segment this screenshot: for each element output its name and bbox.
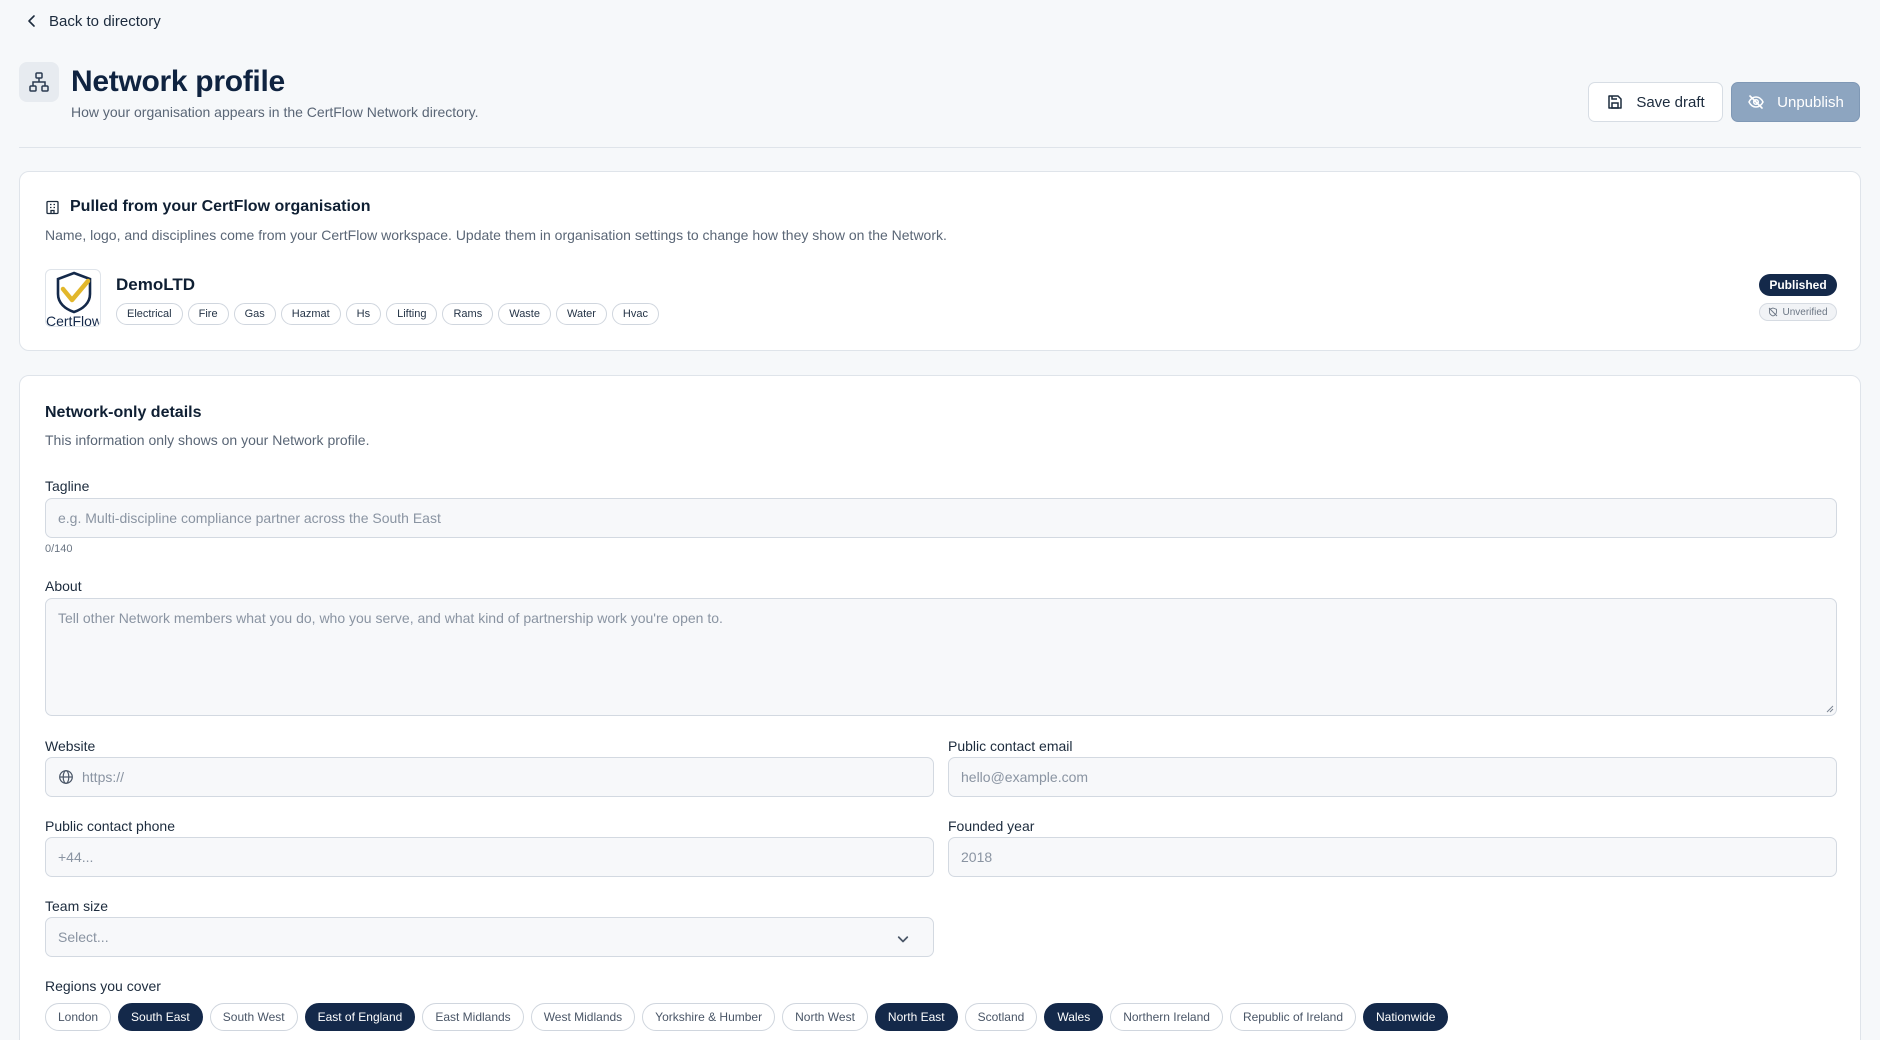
discipline-chip: Hs bbox=[345, 303, 382, 325]
network-icon bbox=[19, 62, 59, 102]
back-link-label: Back to directory bbox=[49, 12, 161, 30]
organisation-card-description: Name, logo, and disciplines come from yo… bbox=[45, 227, 947, 243]
phone-placeholder: +44... bbox=[58, 849, 94, 865]
network-card-heading: Network-only details bbox=[45, 404, 202, 421]
website-label: Website bbox=[45, 738, 96, 754]
published-badge: Published bbox=[1759, 274, 1837, 296]
region-chip[interactable]: Northern Ireland bbox=[1110, 1003, 1223, 1031]
founded-year-input[interactable]: 2018 bbox=[948, 837, 1837, 877]
about-textarea[interactable]: Tell other Network members what you do, … bbox=[45, 598, 1837, 716]
eye-off-icon bbox=[1748, 95, 1764, 109]
discipline-chip: Hvac bbox=[611, 303, 659, 325]
team-size-selected: Select... bbox=[58, 929, 109, 945]
organisation-name: DemoLTD bbox=[116, 275, 196, 294]
region-chip[interactable]: East Midlands bbox=[422, 1003, 524, 1031]
back-to-directory-link[interactable]: Back to directory bbox=[25, 10, 161, 32]
discipline-chip: Rams bbox=[442, 303, 494, 325]
unverified-badge: Unverified bbox=[1759, 303, 1837, 321]
chevron-down-icon bbox=[897, 936, 909, 943]
logo-wordmark: CertFlow bbox=[46, 313, 101, 327]
page-title: Network profile bbox=[71, 65, 285, 98]
region-chips: London South East South West East of Englan… bbox=[45, 1003, 1449, 1031]
phone-input[interactable]: +44... bbox=[45, 837, 934, 877]
unpublish-label: Unpublish bbox=[1777, 93, 1844, 111]
website-placeholder: https:// bbox=[82, 769, 125, 785]
about-label: About bbox=[45, 578, 82, 594]
organisation-card: Pulled from your CertFlow organisation N… bbox=[19, 171, 1861, 351]
region-chip[interactable]: North West bbox=[782, 1003, 868, 1031]
tagline-input[interactable]: e.g. Multi-discipline compliance partner… bbox=[45, 498, 1837, 538]
save-draft-label: Save draft bbox=[1636, 93, 1705, 111]
discipline-chips: Electrical Fire Gas Hazmat Hs Lifting Rams Wast… bbox=[116, 303, 659, 325]
website-input[interactable]: https:// bbox=[45, 757, 934, 797]
discipline-chip: Gas bbox=[233, 303, 276, 325]
about-placeholder: Tell other Network members what you do, … bbox=[58, 610, 723, 626]
organisation-logo: CertFlow bbox=[45, 269, 101, 327]
regions-label: Regions you cover bbox=[45, 978, 161, 994]
tagline-character-counter: 0/140 bbox=[45, 543, 73, 555]
phone-label: Public contact phone bbox=[45, 818, 175, 834]
region-chip[interactable]: Scotland bbox=[964, 1003, 1038, 1031]
page-header: Network profile How your organisation ap… bbox=[19, 62, 1861, 148]
discipline-chip: Hazmat bbox=[280, 303, 341, 325]
team-size-label: Team size bbox=[45, 898, 109, 914]
network-details-card: Network-only details This information on… bbox=[19, 375, 1861, 1040]
unverified-label: Unverified bbox=[1782, 306, 1828, 318]
tagline-placeholder: e.g. Multi-discipline compliance partner… bbox=[58, 510, 441, 526]
chevron-left-icon bbox=[28, 15, 35, 27]
discipline-chip: Fire bbox=[187, 303, 229, 325]
team-size-select[interactable]: Select... bbox=[45, 917, 934, 957]
region-chip[interactable]: Yorkshire & Humber bbox=[642, 1003, 776, 1031]
save-draft-button[interactable]: Save draft bbox=[1588, 82, 1723, 122]
globe-icon bbox=[59, 770, 73, 784]
region-chip[interactable]: South East bbox=[118, 1003, 203, 1031]
discipline-chip: Water bbox=[555, 303, 607, 325]
region-chip[interactable]: London bbox=[45, 1003, 112, 1031]
region-chip[interactable]: Republic of Ireland bbox=[1229, 1003, 1356, 1031]
unpublish-button[interactable]: Unpublish bbox=[1731, 82, 1860, 122]
shield-off-icon bbox=[1769, 307, 1778, 317]
email-placeholder: hello@example.com bbox=[961, 769, 1089, 785]
discipline-chip: Waste bbox=[498, 303, 551, 325]
discipline-chip: Lifting bbox=[386, 303, 438, 325]
founded-year-label: Founded year bbox=[948, 818, 1035, 834]
floppy-disk-icon bbox=[1608, 95, 1623, 109]
organisation-card-heading: Pulled from your CertFlow organisation bbox=[45, 198, 370, 216]
tagline-label: Tagline bbox=[45, 478, 90, 494]
email-input[interactable]: hello@example.com bbox=[948, 757, 1837, 797]
email-label: Public contact email bbox=[948, 738, 1073, 754]
page-subtitle: How your organisation appears in the Cer… bbox=[71, 104, 479, 120]
network-card-description: This information only shows on your Netw… bbox=[45, 432, 370, 448]
founded-year-placeholder: 2018 bbox=[961, 849, 993, 865]
region-chip[interactable]: Nationwide bbox=[1363, 1003, 1449, 1031]
organisation-heading-text: Pulled from your CertFlow organisation bbox=[70, 198, 371, 215]
region-chip[interactable]: West Midlands bbox=[530, 1003, 636, 1031]
region-chip[interactable]: Wales bbox=[1044, 1003, 1104, 1031]
region-chip[interactable]: South West bbox=[209, 1003, 298, 1031]
region-chip[interactable]: East of England bbox=[304, 1003, 416, 1031]
discipline-chip: Electrical bbox=[116, 303, 183, 325]
region-chip[interactable]: North East bbox=[874, 1003, 958, 1031]
resize-grip-icon[interactable] bbox=[1826, 705, 1834, 713]
building-icon bbox=[46, 200, 59, 214]
